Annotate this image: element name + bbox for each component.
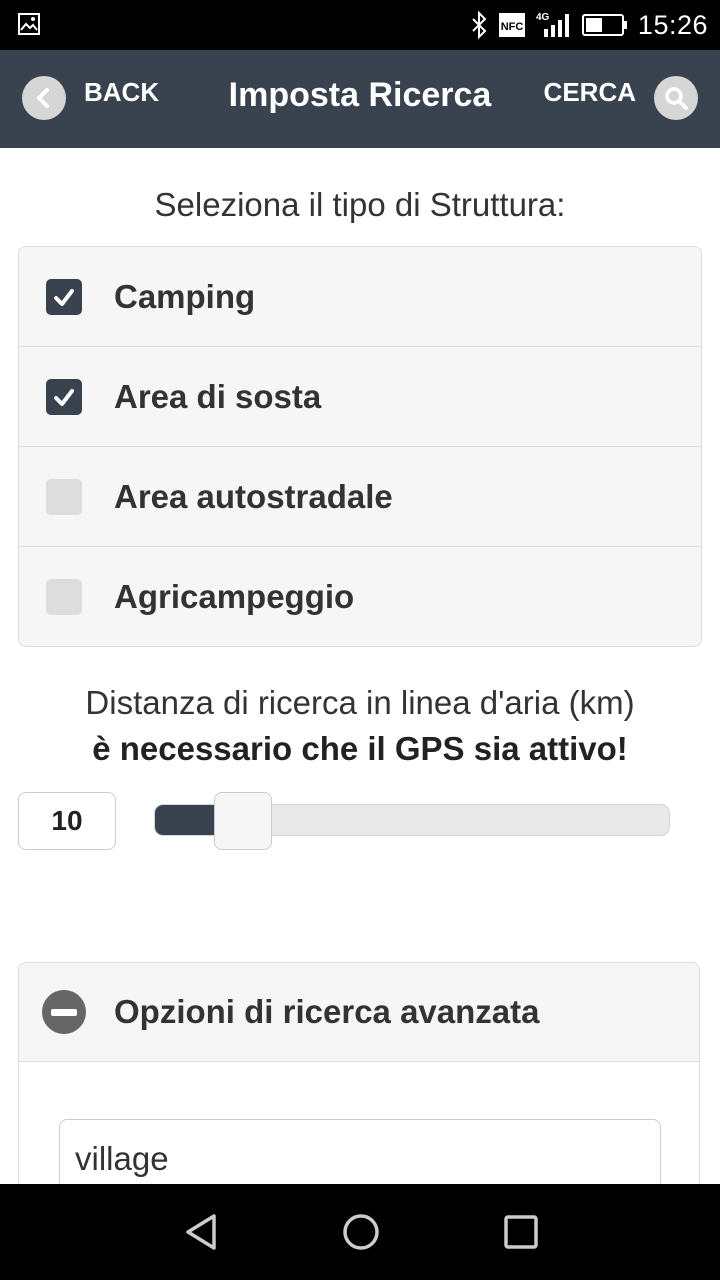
status-bar: NFC 4G 15:26: [0, 0, 720, 50]
checkbox-unchecked-icon: [46, 478, 82, 515]
svg-text:4G: 4G: [536, 12, 550, 23]
advanced-options-panel: Opzioni di ricerca avanzata: [18, 962, 700, 1222]
advanced-options-toggle[interactable]: Opzioni di ricerca avanzata: [19, 963, 699, 1062]
distance-slider-handle[interactable]: [213, 792, 272, 850]
app-header: BACK Imposta Ricerca CERCA: [0, 50, 720, 148]
clock: 15:26: [637, 9, 708, 40]
structure-type-list: Camping Area di sosta Area autostradale …: [18, 246, 702, 647]
checkbox-camping[interactable]: Camping: [19, 247, 701, 347]
checkbox-label: Agricampeggio: [114, 577, 355, 615]
checkbox-checked-icon: [46, 378, 82, 415]
battery-icon: [581, 14, 627, 36]
nav-back-icon[interactable]: [182, 1212, 222, 1252]
search-button[interactable]: CERCA: [544, 72, 698, 124]
gallery-icon: [18, 13, 40, 35]
minus-icon: [42, 990, 86, 1034]
structure-type-prompt: Seleziona il tipo di Struttura:: [154, 186, 566, 223]
checkbox-unchecked-icon: [46, 578, 82, 615]
search-icon: [654, 76, 698, 120]
checkbox-label: Area di sosta: [114, 377, 322, 415]
gps-warning: è necessario che il GPS sia attivo!: [92, 730, 628, 767]
advanced-options-title: Opzioni di ricerca avanzata: [114, 993, 540, 1030]
search-label: CERCA: [543, 76, 636, 107]
checkbox-area-autostradale[interactable]: Area autostradale: [19, 447, 701, 547]
nav-home-icon[interactable]: [341, 1212, 381, 1252]
nav-recents-icon[interactable]: [501, 1212, 541, 1252]
checkbox-area-di-sosta[interactable]: Area di sosta: [19, 347, 701, 447]
distance-label: Distanza di ricerca in linea d'aria (km): [85, 684, 635, 721]
checkbox-label: Area autostradale: [114, 477, 393, 515]
nfc-icon: NFC: [498, 13, 525, 37]
checkbox-checked-icon: [46, 278, 82, 315]
system-nav-bar: [0, 1184, 720, 1280]
checkbox-label: Camping: [114, 277, 256, 315]
signal-4g-icon: 4G: [536, 12, 569, 37]
distance-value-input[interactable]: 10: [18, 792, 116, 850]
checkbox-agricampeggio[interactable]: Agricampeggio: [19, 547, 701, 646]
bluetooth-icon: [472, 11, 487, 39]
svg-text:NFC: NFC: [501, 21, 524, 33]
